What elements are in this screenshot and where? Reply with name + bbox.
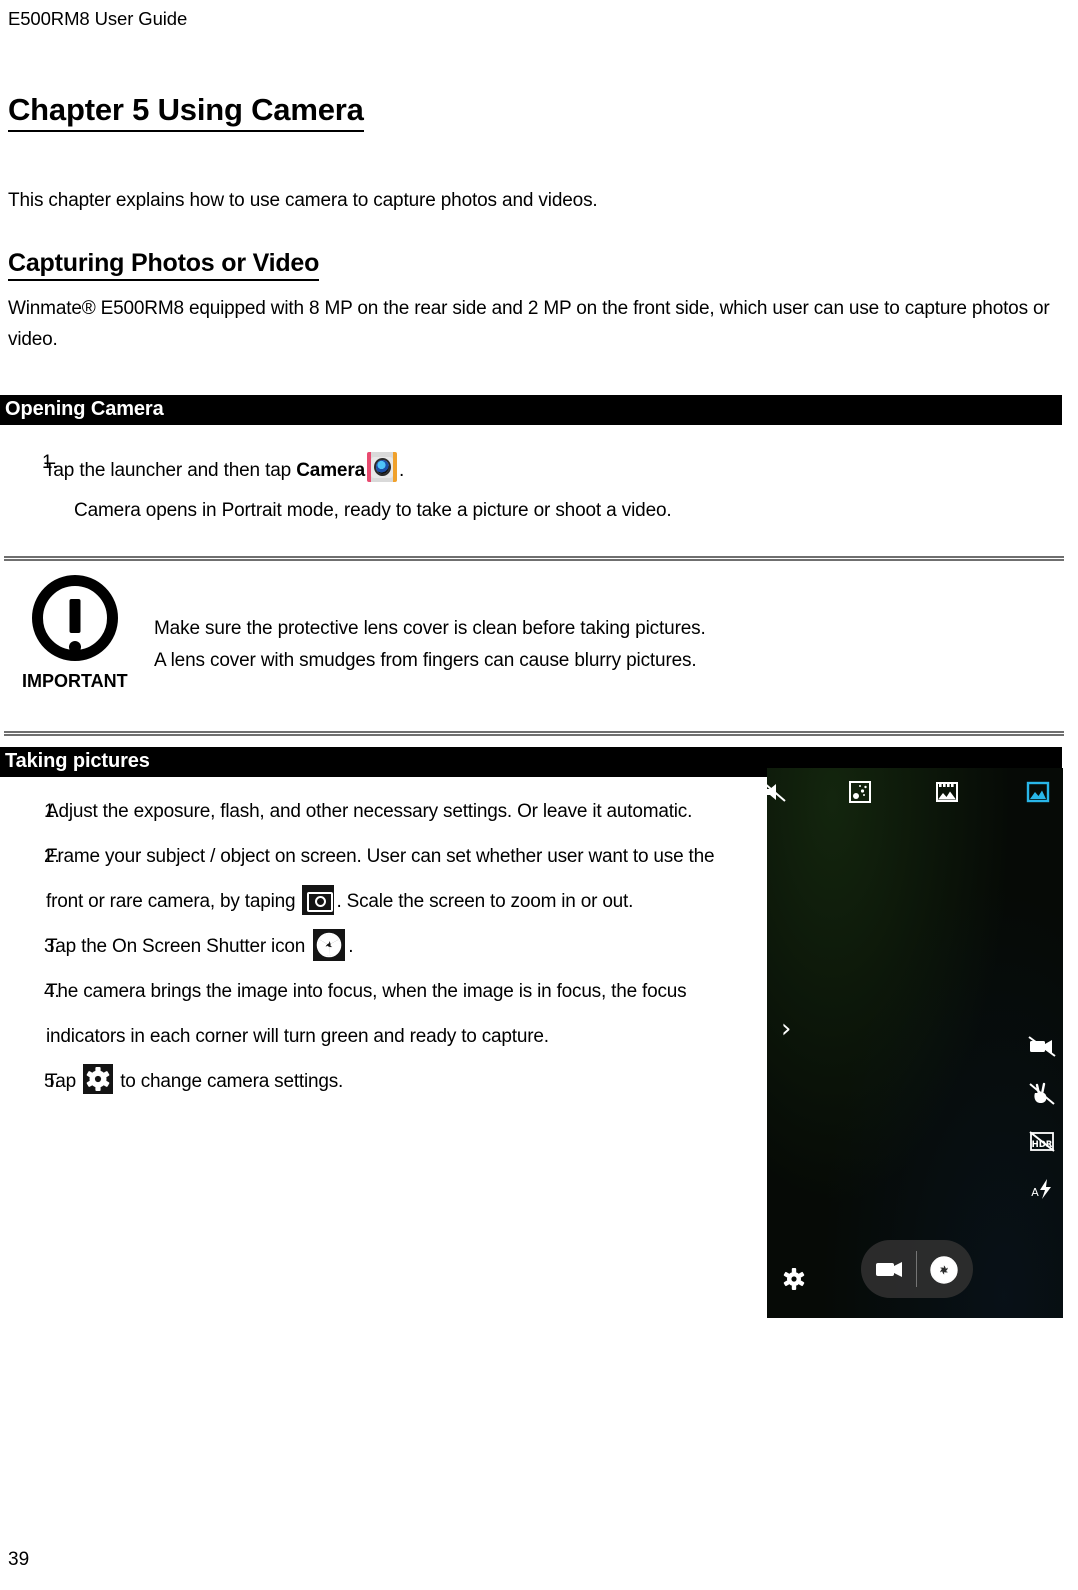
- shutter-icon: [313, 929, 346, 961]
- list-text: The camera brings the image into focus, …: [46, 981, 687, 1047]
- opening-camera-note: Camera opens in Portrait mode, ready to …: [74, 500, 672, 521]
- callout-badge: IMPORTANT: [4, 575, 154, 692]
- gallery-preview-icon[interactable]: [1025, 780, 1051, 804]
- callout-label: IMPORTANT: [22, 671, 128, 691]
- list-item: 4. The camera brings the image into focu…: [0, 969, 760, 1059]
- svg-text:A: A: [1031, 1186, 1039, 1199]
- step-text-after: .: [348, 936, 354, 957]
- step-text-after: .: [399, 460, 405, 481]
- chapter-intro-paragraph: This chapter explains how to use camera …: [8, 190, 598, 211]
- list-text: Frame your subject / object on screen. U…: [46, 834, 736, 924]
- list-number: 3.: [44, 936, 60, 957]
- document-page: E500RM8 User Guide Chapter 5 Using Camer…: [0, 0, 1078, 1590]
- list-text: Tap the launcher and then tap Camera.: [44, 452, 1000, 482]
- list-number: 2.: [44, 846, 60, 867]
- callout-line-1: Make sure the protective lens cover is c…: [154, 618, 706, 639]
- settings-gear-icon[interactable]: [781, 1266, 807, 1292]
- night-scene-icon[interactable]: [847, 780, 873, 804]
- list-number: 1.: [42, 452, 58, 473]
- callout-text: Make sure the protective lens cover is c…: [154, 575, 706, 677]
- list-item: 1. Tap the launcher and then tap Camera.: [0, 452, 1000, 482]
- list-item: 2. Frame your subject / object on screen…: [0, 834, 760, 924]
- list-number: 4.: [44, 981, 60, 1002]
- camera-viewfinder-screenshot: › HDR A: [767, 768, 1063, 1318]
- camera-bottom-toolbar: [767, 1226, 1063, 1306]
- step-text-after: to change camera settings.: [115, 1071, 344, 1092]
- important-callout: IMPORTANT Make sure the protective lens …: [4, 556, 1064, 736]
- list-text: Tap to change camera settings.: [46, 1059, 736, 1104]
- step-bold-term: Camera: [296, 460, 366, 481]
- capture-mode-pill: [861, 1240, 973, 1298]
- video-off-icon[interactable]: [1027, 1033, 1057, 1059]
- expand-panel-chevron-icon[interactable]: ›: [781, 1016, 791, 1042]
- section-title: Capturing Photos or Video: [8, 249, 319, 281]
- band-opening-camera: Opening Camera: [0, 395, 1062, 425]
- auto-flash-icon[interactable]: A: [1027, 1176, 1057, 1202]
- callout-bottom-rule: [4, 731, 1064, 736]
- list-item: 1. Adjust the exposure, flash, and other…: [0, 789, 760, 834]
- video-record-button[interactable]: [873, 1254, 907, 1284]
- list-text: Tap the On Screen Shutter icon .: [46, 924, 736, 969]
- shutter-aperture-button[interactable]: [927, 1254, 961, 1284]
- list-number: 5.: [44, 1071, 60, 1092]
- callout-body: IMPORTANT Make sure the protective lens …: [4, 561, 1064, 692]
- list-item: 3. Tap the On Screen Shutter icon .: [0, 924, 760, 969]
- list-item: 5. Tap to change camera settings.: [0, 1059, 760, 1104]
- step-text-after: . Scale the screen to zoom in or out.: [336, 891, 634, 912]
- pill-divider: [916, 1251, 917, 1287]
- list-number: 1.: [44, 801, 60, 822]
- taking-pictures-step-list: 1. Adjust the exposure, flash, and other…: [0, 789, 760, 1104]
- gesture-shot-off-icon[interactable]: [1027, 1081, 1057, 1107]
- hdr-off-icon[interactable]: HDR: [1027, 1129, 1057, 1155]
- callout-line-2: A lens cover with smudges from fingers c…: [154, 650, 697, 671]
- opening-camera-step-list: 1. Tap the launcher and then tap Camera.: [0, 452, 1000, 482]
- section-paragraph: Winmate® E500RM8 equipped with 8 MP on t…: [8, 298, 1050, 350]
- step-text-before: Tap the launcher and then tap: [44, 460, 297, 481]
- camera-top-toolbar: [767, 768, 1063, 816]
- running-header: E500RM8 User Guide: [8, 8, 188, 29]
- camera-switch-icon: [302, 885, 335, 915]
- camera-app-icon: [367, 452, 398, 482]
- page-number: 39: [8, 1549, 30, 1570]
- step-text-before: Tap: [46, 1071, 82, 1092]
- settings-gear-icon: [83, 1064, 114, 1094]
- step-text-before: Tap the On Screen Shutter icon: [46, 936, 311, 957]
- list-text: Adjust the exposure, flash, and other ne…: [46, 801, 693, 822]
- exclamation-circle-icon: [32, 575, 118, 661]
- burst-film-icon[interactable]: [934, 780, 960, 804]
- chapter-title: Chapter 5 Using Camera: [8, 92, 364, 132]
- sound-shutter-icon[interactable]: [767, 780, 789, 804]
